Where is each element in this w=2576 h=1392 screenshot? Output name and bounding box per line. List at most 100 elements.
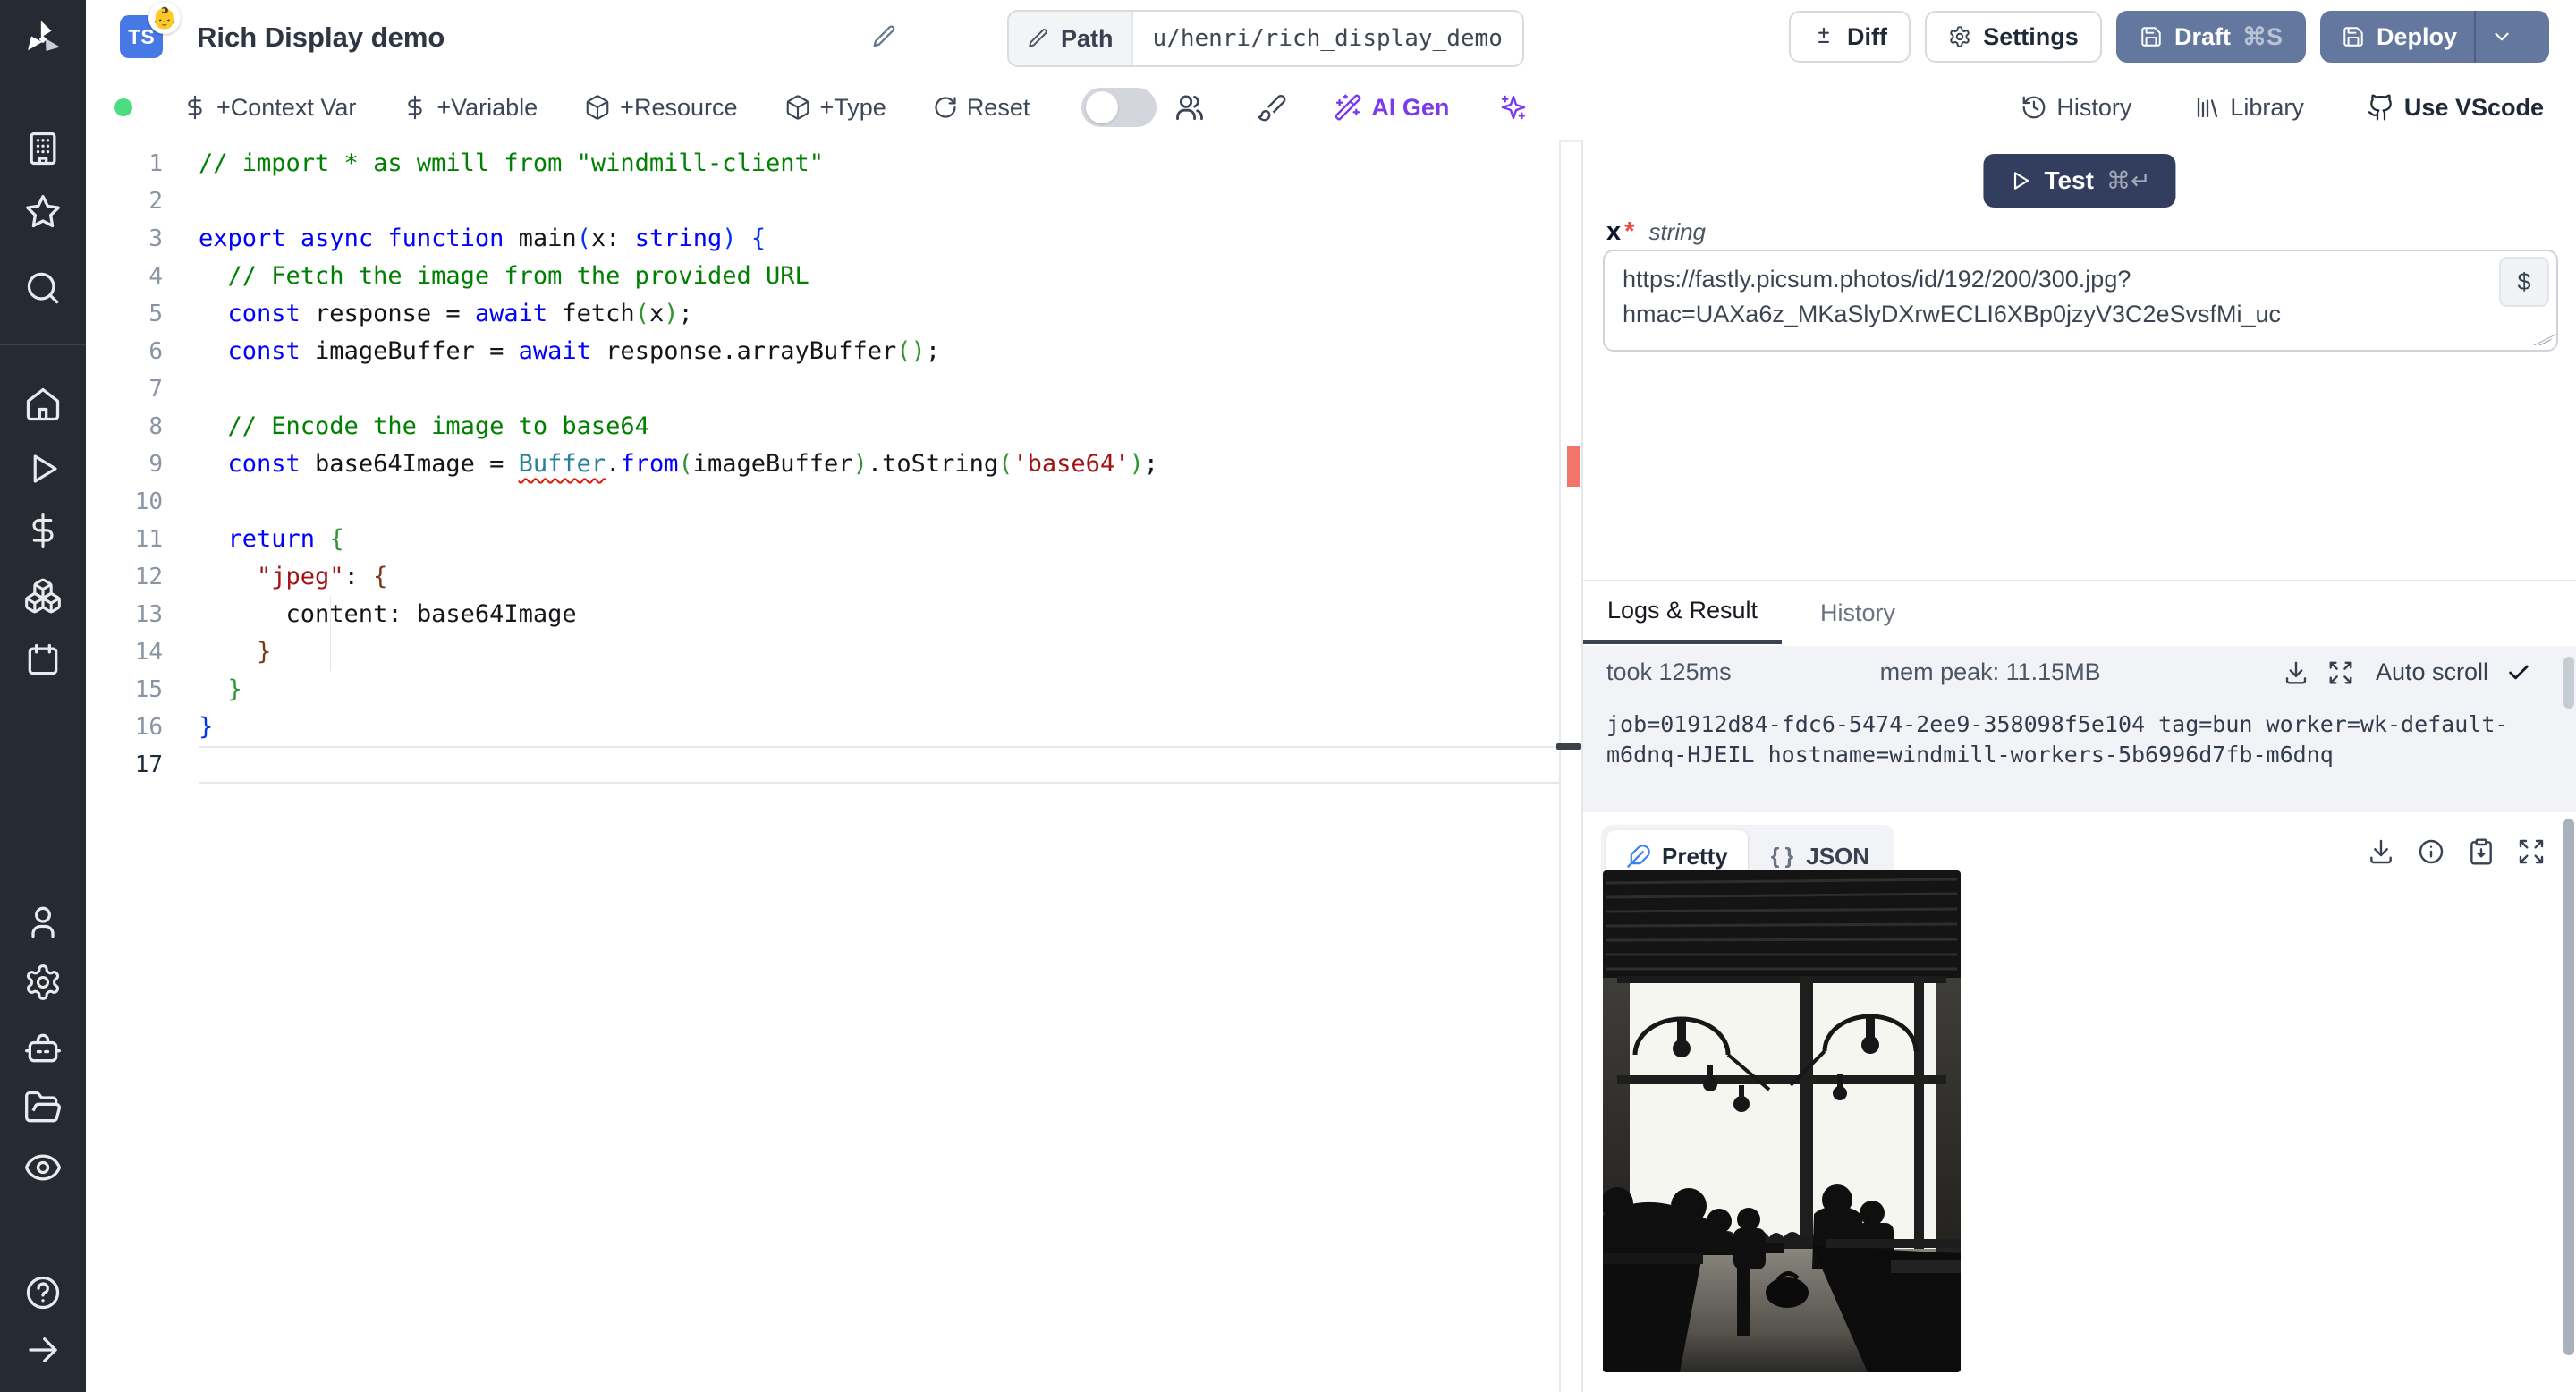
- code-editor[interactable]: 1 // import * as wmill from "windmill-cli…: [86, 140, 1581, 1392]
- add-variable-button[interactable]: +Variable: [402, 94, 538, 122]
- code-line[interactable]: 3 export async function main(x: string) {: [86, 220, 1559, 258]
- line-number: 16: [134, 714, 163, 741]
- sidebar-item-folders[interactable]: [0, 1086, 86, 1129]
- code-text: // Encode the image to base64: [227, 412, 649, 440]
- add-resource-button[interactable]: +Resource: [584, 93, 738, 122]
- deploy-dropdown-button[interactable]: [2474, 11, 2528, 63]
- code-text: }: [257, 638, 272, 666]
- argument-name: x: [1606, 217, 1622, 246]
- tab-history[interactable]: History: [1782, 581, 1934, 644]
- test-button[interactable]: Test ⌘↵: [1983, 154, 2176, 208]
- format-button[interactable]: [1257, 92, 1287, 123]
- ai-gen-button[interactable]: AI Gen: [1334, 93, 1449, 122]
- sidebar-item-runs[interactable]: [0, 447, 86, 490]
- code-line[interactable]: 4 // Fetch the image from the provided U…: [86, 258, 1559, 295]
- braces-icon: { }: [1770, 843, 1796, 869]
- code-line[interactable]: 11 return {: [86, 521, 1559, 558]
- insert-variable-button[interactable]: $: [2499, 257, 2549, 307]
- expand-icon[interactable]: [2327, 659, 2354, 686]
- history-button[interactable]: History: [2021, 94, 2131, 122]
- tab-logs-result[interactable]: Logs & Result: [1583, 581, 1782, 644]
- sidebar: [0, 0, 86, 1392]
- use-vscode-label: Use VScode: [2403, 93, 2544, 121]
- help-circle-icon: [26, 1276, 60, 1310]
- topbar: TS 👶 Rich Display demo Path u/henri/rich…: [86, 0, 2576, 76]
- add-context-var-button[interactable]: +Context Var: [182, 94, 356, 122]
- line-number: 14: [134, 639, 163, 666]
- add-type-button[interactable]: +Type: [784, 94, 886, 122]
- line-number: 6: [148, 338, 163, 365]
- sidebar-item-favorites[interactable]: [0, 191, 86, 233]
- maximize-icon[interactable]: [2517, 837, 2546, 866]
- sidebar-item-schedules[interactable]: [0, 639, 86, 682]
- code-line[interactable]: 12 "jpeg": {: [86, 558, 1559, 596]
- code-text: }: [227, 675, 242, 703]
- ai-gen-label: AI Gen: [1371, 93, 1450, 121]
- toggle-knob: [1086, 91, 1119, 123]
- library-button[interactable]: Library: [2194, 94, 2304, 122]
- draft-button[interactable]: Draft ⌘S: [2116, 11, 2306, 63]
- reset-button[interactable]: Reset: [933, 94, 1030, 122]
- settings-label: Settings: [1983, 22, 2079, 50]
- editor-scrollbar-handle[interactable]: [1556, 743, 1581, 750]
- sidebar-item-home[interactable]: [0, 383, 86, 426]
- check-icon: [2509, 665, 2529, 679]
- arg-input[interactable]: https://fastly.picsum.photos/id/192/200/…: [1603, 250, 2558, 352]
- sidebar-item-help[interactable]: [0, 1271, 86, 1314]
- code-line[interactable]: 10: [86, 483, 1559, 521]
- sidebar-item-search[interactable]: [0, 267, 86, 310]
- sidebar-item-resources[interactable]: [0, 574, 86, 617]
- history-label: History: [2056, 93, 2132, 121]
- code-line[interactable]: 9 const base64Image = Buffer.from(imageB…: [86, 446, 1559, 483]
- user-icon: [31, 906, 55, 938]
- sidebar-item-audit[interactable]: [0, 1146, 86, 1189]
- code-line[interactable]: 6 const imageBuffer = await response.arr…: [86, 333, 1559, 370]
- autoscroll-label[interactable]: Auto scroll: [2376, 658, 2488, 686]
- settings-button[interactable]: Settings: [1925, 11, 2102, 63]
- ai-assistant-button[interactable]: [1499, 93, 1528, 122]
- code-line[interactable]: 17: [86, 746, 1559, 784]
- use-vscode-button[interactable]: Use VScode: [2367, 93, 2544, 122]
- code-line[interactable]: 5 const response = await fetch(x);: [86, 295, 1559, 333]
- took-duration: took 125ms: [1606, 658, 1732, 685]
- code-line[interactable]: 2: [86, 182, 1559, 220]
- diff-label: Diff: [1847, 22, 1887, 50]
- multiplayer-toggle[interactable]: [1081, 88, 1157, 127]
- code-line[interactable]: 7: [86, 370, 1559, 408]
- code-line[interactable]: 16}: [86, 709, 1559, 746]
- code-text: content: base64Image: [199, 600, 577, 628]
- save-icon: [2141, 27, 2161, 47]
- line-number: 8: [148, 413, 163, 440]
- play-icon: [33, 454, 57, 483]
- add-resource-label: +Resource: [620, 93, 738, 121]
- path-widget[interactable]: Path u/henri/rich_display_demo: [1007, 10, 1524, 67]
- sidebar-item-users[interactable]: [0, 900, 86, 943]
- sidebar-item-workers[interactable]: [0, 1026, 86, 1069]
- sidebar-item-variables[interactable]: [0, 509, 86, 552]
- download-icon[interactable]: [2283, 659, 2309, 686]
- download-icon[interactable]: [2367, 837, 2395, 866]
- copy-clipboard-icon[interactable]: [2467, 837, 2496, 866]
- code-line[interactable]: 8 // Encode the image to base64: [86, 408, 1559, 446]
- log-scrollbar[interactable]: [2563, 657, 2574, 709]
- code-line[interactable]: 13 content: base64Image: [86, 596, 1559, 633]
- dollar-icon: [408, 95, 423, 120]
- result-image[interactable]: [1603, 870, 1961, 1372]
- sidebar-item-workspace[interactable]: [0, 127, 86, 170]
- chevron-down-icon: [2495, 32, 2509, 41]
- deploy-button[interactable]: Deploy: [2320, 11, 2549, 63]
- diff-button[interactable]: Diff: [1789, 11, 1911, 63]
- path-label-section[interactable]: Path: [1009, 12, 1133, 65]
- code-line[interactable]: 1 // import * as wmill from "windmill-cli…: [86, 145, 1559, 182]
- sidebar-item-collapse[interactable]: [0, 1328, 86, 1371]
- info-icon[interactable]: [2417, 837, 2445, 866]
- result-scrollbar[interactable]: [2563, 819, 2574, 1355]
- edit-title-button[interactable]: [871, 23, 898, 50]
- code-text: return {: [227, 525, 344, 553]
- sidebar-item-settings[interactable]: [0, 961, 86, 1004]
- draft-shortcut: ⌘S: [2242, 22, 2284, 50]
- windmill-logo[interactable]: [0, 11, 86, 68]
- code-line[interactable]: 14 }: [86, 633, 1559, 671]
- code-line[interactable]: 15 }: [86, 671, 1559, 709]
- editor-lines: 1 // import * as wmill from "windmill-cli…: [86, 145, 1559, 784]
